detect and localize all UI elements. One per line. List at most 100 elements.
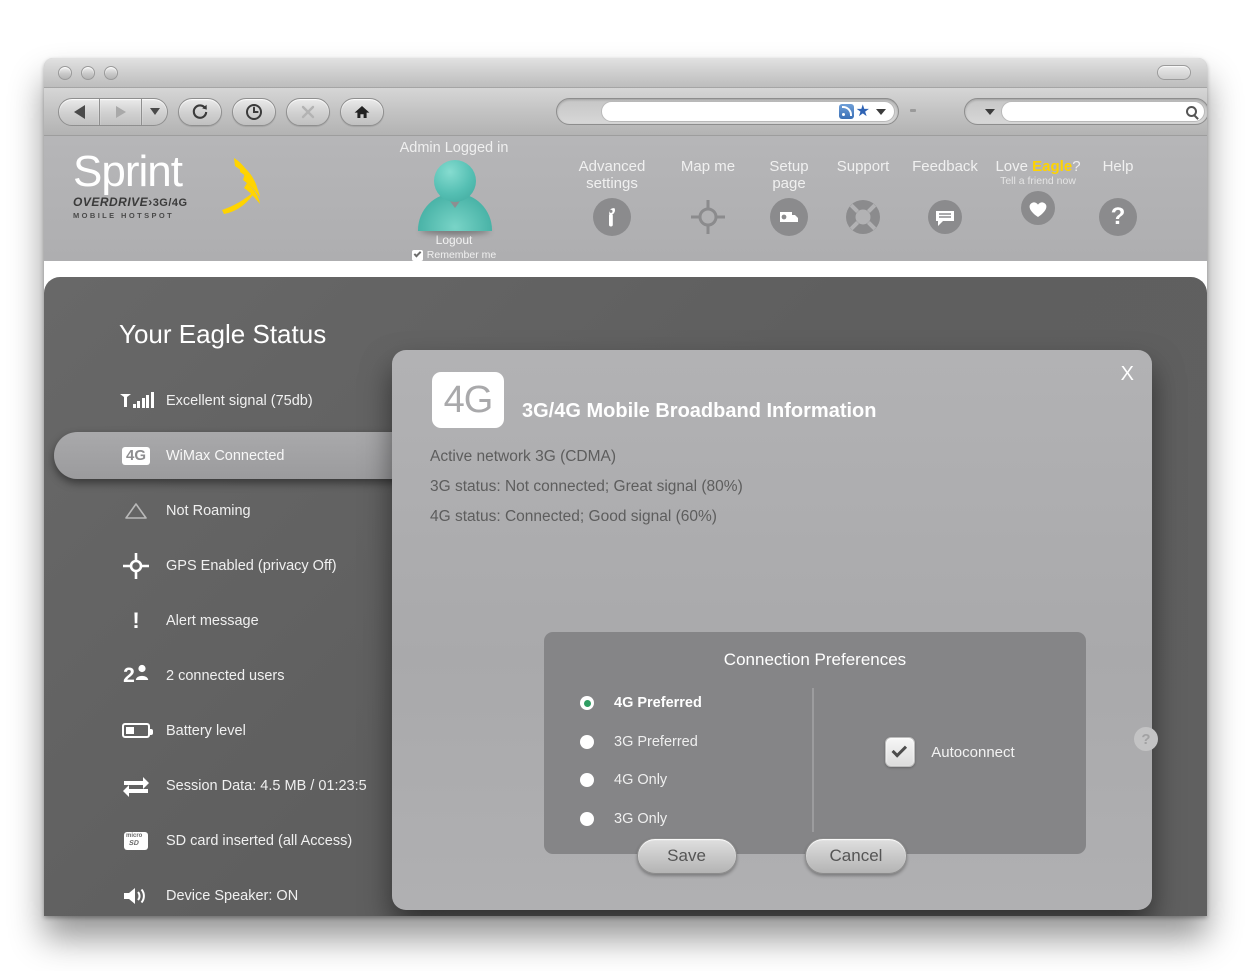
radio-row-4g-only[interactable]: 4G Only xyxy=(580,761,812,800)
dialog-line-4g-status: 4G status: Connected; Good signal (60%) xyxy=(430,508,717,525)
microsd-icon: micro SD xyxy=(106,831,166,850)
save-button[interactable]: Save xyxy=(636,838,737,874)
toolbar-toggle-button[interactable] xyxy=(1157,65,1191,80)
radio-row-3g-only[interactable]: 3G Only xyxy=(580,800,812,839)
close-dialog-button[interactable]: X xyxy=(1121,364,1134,384)
nav-item-advanced-settings[interactable]: Advanced settings xyxy=(564,158,660,236)
speech-bubble-icon xyxy=(928,200,962,234)
nav-label: Love Eagle? xyxy=(986,158,1090,175)
address-input[interactable]: ★ xyxy=(601,101,895,122)
dialog-line-3g-status: 3G status: Not connected; Great signal (… xyxy=(430,478,743,495)
nav-icon-wrap: ? xyxy=(1090,198,1146,236)
search-input[interactable] xyxy=(1001,101,1205,122)
status-label: Not Roaming xyxy=(166,502,251,519)
4g-badge-icon: 4G xyxy=(432,372,504,428)
radio-label: 3G Only xyxy=(614,810,668,827)
radio-label: 4G Only xyxy=(614,772,668,789)
nav-label-prefix: Love xyxy=(995,158,1033,175)
forward-button[interactable] xyxy=(100,97,142,126)
history-dropdown-button[interactable] xyxy=(142,97,168,126)
status-label: 2 connected users xyxy=(166,667,285,684)
remember-me-row[interactable]: Remember me xyxy=(366,249,542,261)
radio-button[interactable] xyxy=(580,811,594,826)
status-label: SD card inserted (all Access) xyxy=(166,832,353,849)
toolbar-separator-dot xyxy=(910,109,916,112)
crosshair-icon xyxy=(691,200,725,234)
connection-preferences-panel: Connection Preferences 4G Preferred 3G P… xyxy=(544,632,1158,854)
help-icon[interactable]: ? xyxy=(1134,727,1158,751)
status-label: Device Speaker: ON xyxy=(166,887,299,904)
radio-button[interactable] xyxy=(580,734,594,749)
status-label: WiMax Connected xyxy=(166,447,285,464)
radio-row-3g-preferred[interactable]: 3G Preferred xyxy=(580,723,812,762)
status-label: GPS Enabled (privacy Off) xyxy=(166,557,337,574)
autoconnect-checkbox[interactable] xyxy=(885,737,916,767)
screenshot-root: ★ Sprint OVERDRIVE›3G/4G MOBILE HOTSPOT … xyxy=(0,0,1250,971)
radio-button[interactable] xyxy=(580,773,594,788)
nav-icon-wrap xyxy=(660,198,756,236)
alert-exclamation-icon: ! xyxy=(132,607,140,633)
nav-label: Advanced xyxy=(578,158,646,175)
stop-button[interactable] xyxy=(286,97,330,126)
minimize-window-button[interactable] xyxy=(81,66,95,80)
signal-bars-icon xyxy=(106,392,166,409)
logo-subtitle-suffix: 3G/4G xyxy=(152,197,188,209)
search-bar[interactable] xyxy=(964,98,1207,125)
radio-row-4g-preferred[interactable]: 4G Preferred xyxy=(580,684,812,723)
radio-button[interactable] xyxy=(580,696,594,711)
nav-item-feedback[interactable]: Feedback xyxy=(904,158,986,236)
cancel-button[interactable]: Cancel xyxy=(804,838,908,874)
page-title: Your Eagle Status xyxy=(119,319,327,349)
nav-label-line2: settings xyxy=(586,175,638,192)
chevron-down-icon xyxy=(149,108,160,115)
avatar[interactable] xyxy=(416,160,492,235)
chevron-down-icon[interactable] xyxy=(876,108,886,115)
reload-button[interactable] xyxy=(178,97,222,126)
users-icon: 2 xyxy=(106,664,166,688)
history-clock-button[interactable] xyxy=(232,97,276,126)
wrench-icon xyxy=(593,198,631,236)
browser-toolbar: ★ xyxy=(44,88,1207,136)
nav-item-help[interactable]: Help ? xyxy=(1090,158,1146,236)
search-icon xyxy=(1186,106,1197,117)
home-button[interactable] xyxy=(340,97,384,126)
logout-button[interactable]: Logout xyxy=(366,233,542,247)
nav-sublabel: Tell a friend now xyxy=(1000,175,1076,187)
admin-session-block: Admin Logged in Logout Remember me xyxy=(366,140,542,261)
rss-icon[interactable] xyxy=(838,104,854,119)
address-bar-shell: ★ xyxy=(556,98,899,125)
nav-icon-wrap xyxy=(756,198,822,236)
address-bar[interactable]: ★ xyxy=(556,98,899,125)
window-traffic-lights xyxy=(58,66,118,80)
nav-item-love-eagle[interactable]: Love Eagle? Tell a friend now xyxy=(986,158,1090,227)
battery-icon xyxy=(106,723,166,738)
radio-label: 4G Preferred xyxy=(614,695,702,712)
4g-badge: 4G xyxy=(121,446,150,465)
close-window-button[interactable] xyxy=(58,66,72,80)
chevron-down-icon[interactable] xyxy=(985,108,995,115)
bookmark-star-icon[interactable]: ★ xyxy=(856,103,870,119)
heart-icon xyxy=(1021,191,1055,225)
data-transfer-icon xyxy=(106,774,166,798)
4g-badge-icon: 4G xyxy=(106,446,166,465)
back-button[interactable] xyxy=(58,97,100,126)
nav-item-setup-page[interactable]: Setup page xyxy=(756,158,822,236)
admin-status-label: Admin Logged in xyxy=(399,140,509,156)
dialog-actions: Save Cancel xyxy=(392,838,1152,874)
clock-icon xyxy=(246,103,262,120)
status-label: Session Data: 4.5 MB / 01:23:5 xyxy=(166,777,367,794)
logo-subtitle-main: OVERDRIVE xyxy=(73,195,149,209)
sprint-logo[interactable]: Sprint OVERDRIVE›3G/4G MOBILE HOTSPOT xyxy=(73,150,303,222)
roaming-triangle-icon xyxy=(106,501,166,521)
zoom-window-button[interactable] xyxy=(104,66,118,80)
nav-item-support[interactable]: Support xyxy=(822,158,904,236)
browser-titlebar xyxy=(44,58,1207,88)
autoconnect-row[interactable]: Autoconnect xyxy=(814,684,1086,838)
back-forward-control xyxy=(58,97,168,126)
remember-me-checkbox[interactable] xyxy=(411,249,423,261)
status-label: Alert message xyxy=(166,612,259,629)
nav-item-map-me[interactable]: Map me xyxy=(660,158,756,236)
dialog-status-lines: Active network 3G (CDMA) 3G status: Not … xyxy=(392,428,1152,532)
battery-shell xyxy=(122,723,153,738)
sprint-swoosh-icon xyxy=(222,158,260,214)
